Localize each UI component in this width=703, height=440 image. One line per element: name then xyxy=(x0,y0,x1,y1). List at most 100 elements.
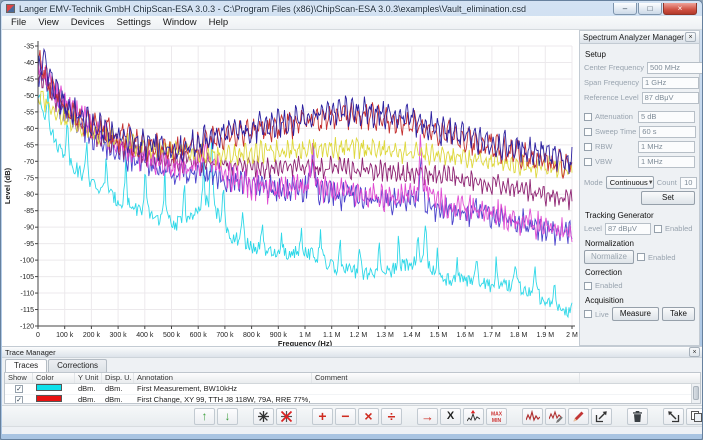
column-header-color[interactable]: Color xyxy=(33,373,75,383)
tab-corrections[interactable]: Corrections xyxy=(48,359,107,372)
svg-text:-90: -90 xyxy=(24,225,34,232)
multiply-traces-button[interactable]: × xyxy=(358,408,379,425)
cut-trace-button[interactable]: X xyxy=(440,408,461,425)
delete-trace-button[interactable] xyxy=(627,408,648,425)
measure-button[interactable]: Measure xyxy=(612,307,659,321)
svg-text:400 k: 400 k xyxy=(136,332,154,339)
move-trace-down-button[interactable]: ↓ xyxy=(217,408,238,425)
maximize-button[interactable]: □ xyxy=(638,3,662,15)
take-button[interactable]: Take xyxy=(662,307,695,321)
center-frequency-field[interactable]: 500 MHz xyxy=(647,62,703,74)
menu-help[interactable]: Help xyxy=(203,16,235,29)
tracking-generator-label: Tracking Generator xyxy=(585,211,695,220)
y-axis-label: Level (dB) xyxy=(3,167,12,204)
menu-file[interactable]: File xyxy=(5,16,32,29)
apply-to-trace-button[interactable]: → xyxy=(417,408,438,425)
add-traces-icon: + xyxy=(318,409,326,423)
reference-marker-off-button[interactable] xyxy=(276,408,297,425)
divide-traces-button[interactable]: ÷ xyxy=(381,408,402,425)
trace-color-swatch[interactable] xyxy=(36,395,62,402)
vbw-checkbox[interactable] xyxy=(584,158,592,166)
panel-close-icon[interactable]: × xyxy=(685,32,696,42)
set-button[interactable]: Set xyxy=(641,191,695,205)
svg-text:-100: -100 xyxy=(20,258,34,265)
panel-header[interactable]: Spectrum Analyzer Manager × xyxy=(580,31,699,44)
subtract-traces-icon: − xyxy=(341,409,349,423)
count-field[interactable]: 10 xyxy=(680,177,697,189)
svg-text:-120: -120 xyxy=(20,324,34,331)
svg-text:800 k: 800 k xyxy=(243,332,261,339)
rbw-checkbox[interactable] xyxy=(584,143,592,151)
trace-table-scrollbar[interactable] xyxy=(691,384,700,403)
rbw-field[interactable]: 1 MHz xyxy=(638,141,695,153)
attenuation-label: Attenuation xyxy=(595,112,635,121)
menu-devices[interactable]: Devices xyxy=(65,16,111,29)
peak-search-icon xyxy=(467,410,480,423)
add-traces-button[interactable]: + xyxy=(312,408,333,425)
svg-text:-35: -35 xyxy=(24,44,34,51)
reference-level-field[interactable]: 87 dBμV xyxy=(642,92,699,104)
duplicate-trace-button[interactable] xyxy=(686,408,703,425)
move-trace-up-icon: ↑ xyxy=(202,410,208,422)
tab-traces[interactable]: Traces xyxy=(5,359,47,372)
svg-text:100 k: 100 k xyxy=(56,332,74,339)
column-header-disp-u-[interactable]: Disp. U. xyxy=(102,373,134,383)
sweep-time-checkbox[interactable] xyxy=(584,128,592,136)
live-checkbox[interactable] xyxy=(584,310,592,318)
move-trace-up-button[interactable]: ↑ xyxy=(194,408,215,425)
svg-text:900 k: 900 k xyxy=(270,332,288,339)
trace-manager-header[interactable]: Trace Manager × xyxy=(2,347,703,358)
pencil-button[interactable] xyxy=(568,408,589,425)
menu-window[interactable]: Window xyxy=(157,16,203,29)
normalization-enabled-checkbox[interactable] xyxy=(637,253,645,261)
peak-search-button[interactable] xyxy=(463,408,484,425)
y-unit-cell: dBm. xyxy=(75,384,102,394)
svg-text:-40: -40 xyxy=(24,60,34,67)
span-frequency-field[interactable]: 1 GHz xyxy=(642,77,699,89)
svg-text:-60: -60 xyxy=(24,126,34,133)
attenuation-field[interactable]: 5 dB xyxy=(638,111,695,123)
disp-unit-cell: dBm. xyxy=(102,384,134,394)
minimize-button[interactable]: – xyxy=(613,3,637,15)
column-header-comment[interactable]: Comment xyxy=(312,373,580,383)
tg-enabled-checkbox[interactable] xyxy=(654,225,662,233)
scrollbar-thumb[interactable] xyxy=(693,386,699,400)
trace-manager-title: Trace Manager xyxy=(5,348,56,357)
trace-row[interactable]: ✓dBm.dBm.First Change, XY 99, TTH J8 118… xyxy=(5,395,700,404)
subtract-traces-button[interactable]: − xyxy=(335,408,356,425)
attenuation-checkbox[interactable] xyxy=(584,113,592,121)
menu-bar: FileViewDevicesSettingsWindowHelp xyxy=(2,16,703,30)
correction-enabled-checkbox[interactable] xyxy=(584,282,592,290)
column-header-y-unit[interactable]: Y Unit xyxy=(75,373,102,383)
trace-row[interactable]: ✓dBm.dBm.First Measurement, BW10kHz xyxy=(5,384,700,395)
status-bar xyxy=(2,426,703,434)
close-button[interactable]: × xyxy=(663,3,697,15)
rbw-label: RBW xyxy=(595,142,635,151)
show-waveform-button[interactable] xyxy=(522,408,543,425)
chevron-down-icon: ▼ xyxy=(648,180,654,186)
max-min-button[interactable]: MAXMIN xyxy=(486,408,507,425)
show-checkbox[interactable]: ✓ xyxy=(15,385,23,393)
export-trace-button[interactable] xyxy=(591,408,612,425)
sweep-time-field[interactable]: 60 s xyxy=(639,126,696,138)
edit-waveform-button[interactable] xyxy=(545,408,566,425)
import-trace-button[interactable] xyxy=(663,408,684,425)
svg-text:-105: -105 xyxy=(20,274,34,281)
show-waveform-icon xyxy=(526,410,540,423)
column-header-show[interactable]: Show xyxy=(5,373,33,383)
normalize-button[interactable]: Normalize xyxy=(584,250,634,264)
vbw-field[interactable]: 1 MHz xyxy=(638,156,695,168)
show-checkbox[interactable]: ✓ xyxy=(15,396,23,404)
apply-to-trace-icon: → xyxy=(421,410,434,423)
svg-text:-55: -55 xyxy=(24,109,34,116)
mode-select[interactable]: Continuous ▼ xyxy=(606,176,654,189)
title-bar[interactable]: Langer EMV-Technik GmbH ChipScan-ESA 3.0… xyxy=(1,1,702,16)
tg-level-field[interactable]: 87 dBμV xyxy=(605,223,651,235)
menu-view[interactable]: View xyxy=(32,16,64,29)
menu-settings[interactable]: Settings xyxy=(111,16,157,29)
column-header-annotation[interactable]: Annotation xyxy=(134,373,312,383)
reference-marker-button[interactable] xyxy=(253,408,274,425)
trace-color-swatch[interactable] xyxy=(36,384,62,391)
spectrum-chart[interactable]: -35-40-45-50-55-60-65-70-75-80-85-90-95-… xyxy=(2,30,579,346)
trace-manager-close-icon[interactable]: × xyxy=(689,347,700,357)
